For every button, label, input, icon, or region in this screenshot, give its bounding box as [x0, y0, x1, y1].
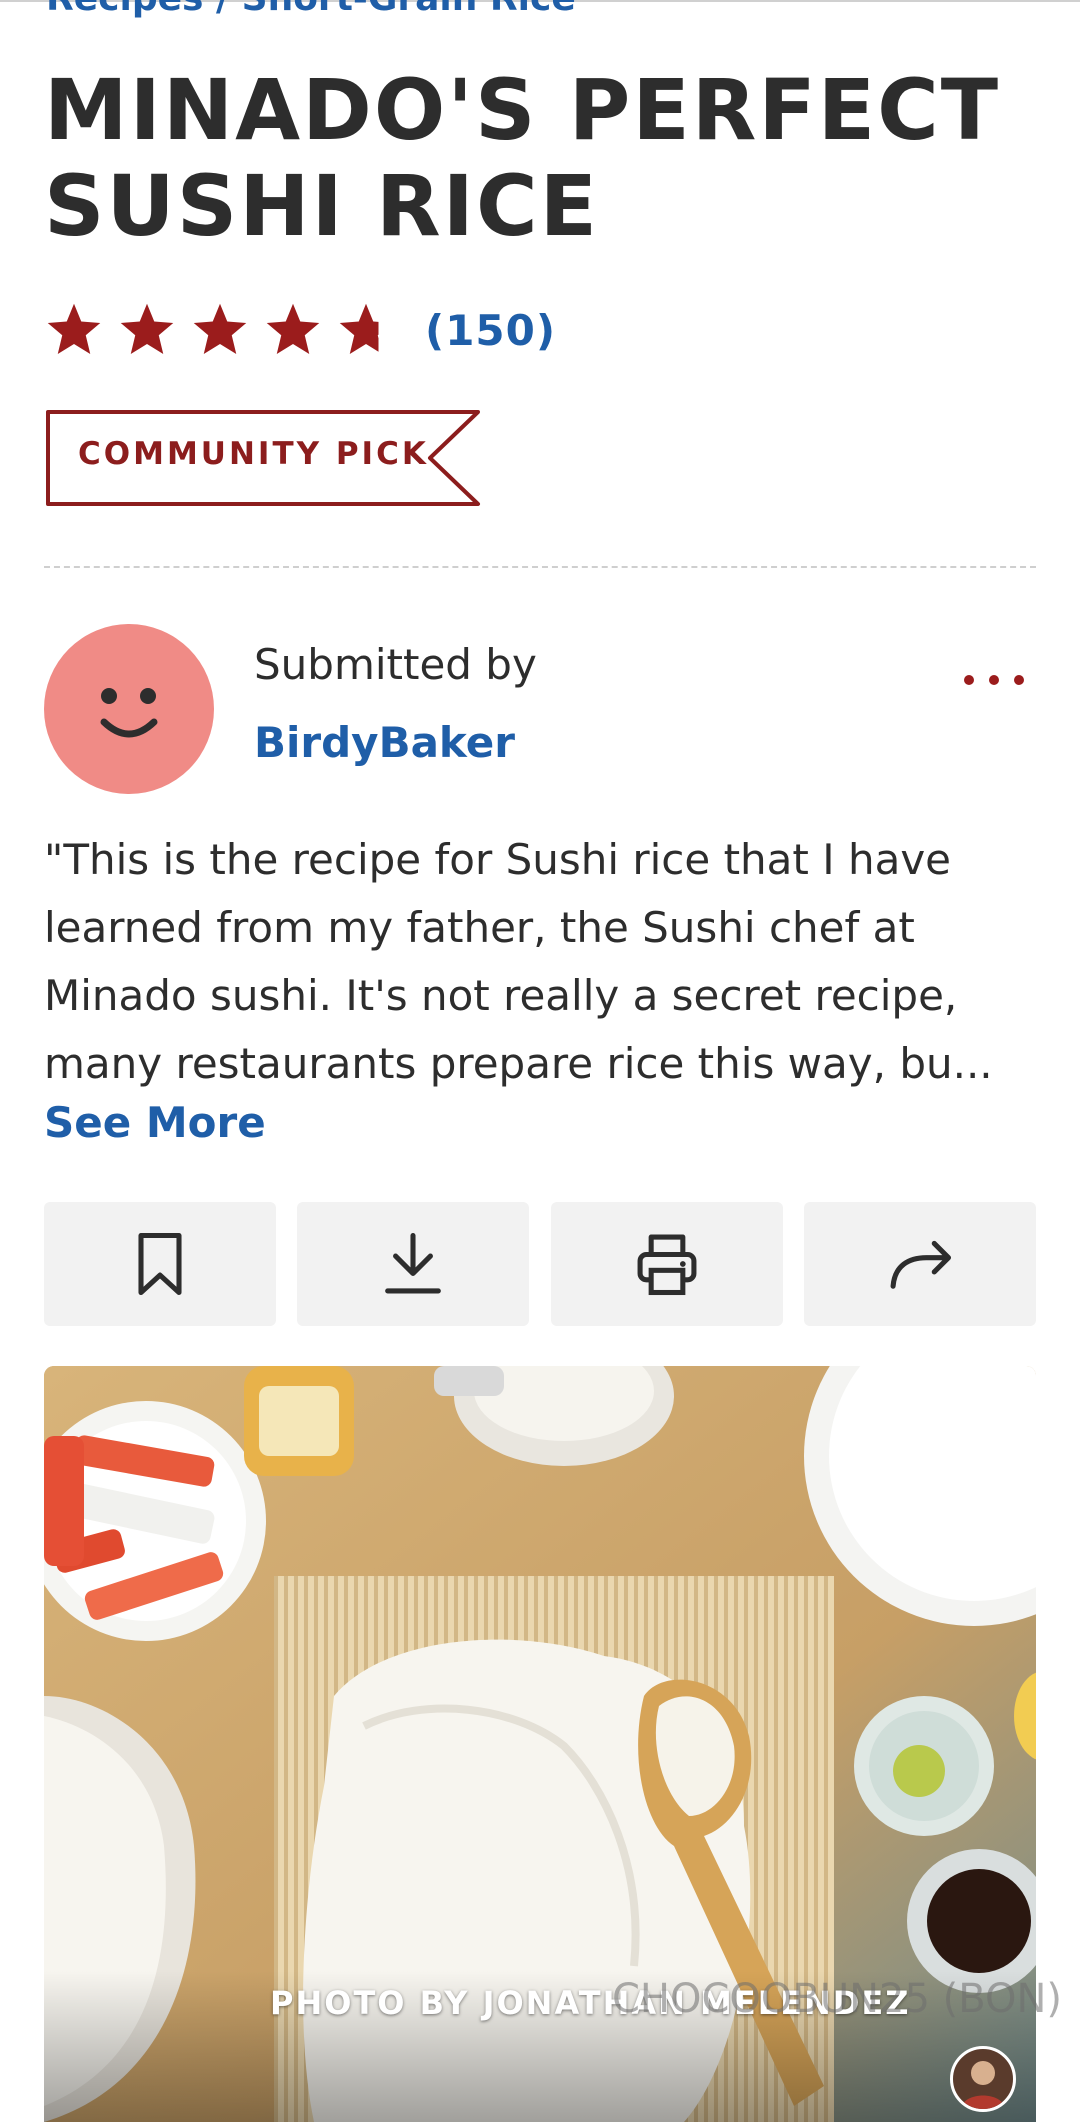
download-button[interactable]: [297, 1202, 530, 1326]
breadcrumb[interactable]: Recipes / Short-Grain Rice: [46, 0, 576, 19]
uploader-avatar[interactable]: [950, 2046, 1016, 2112]
share-icon: [890, 1240, 952, 1289]
star-icon: [263, 300, 323, 360]
star-icon: [190, 300, 250, 360]
community-pick-badge: COMMUNITY PICK: [44, 406, 484, 510]
section-divider: [44, 566, 1036, 568]
submitted-by-label: Submitted by: [254, 640, 537, 689]
save-button[interactable]: [44, 1202, 276, 1326]
half-star-icon: [336, 300, 396, 360]
user-watermark: CHOCOOBUN25 (BON): [612, 1976, 1062, 2022]
bookmark-icon: [138, 1232, 182, 1296]
see-more-link[interactable]: See More: [44, 1098, 266, 1147]
person-icon: [961, 2061, 1005, 2109]
dot-icon: [1014, 675, 1024, 685]
star-icon: [117, 300, 177, 360]
share-button[interactable]: [803, 1202, 1036, 1326]
author-link[interactable]: BirdyBaker: [254, 718, 515, 767]
star-icon: [44, 300, 104, 360]
rating[interactable]: (150): [44, 296, 556, 364]
rating-count[interactable]: (150): [425, 306, 556, 355]
recipe-title: MINADO'S PERFECT SUSHI RICE: [44, 61, 1001, 255]
avatar[interactable]: [44, 624, 214, 794]
recipe-description: "This is the recipe for Sushi rice that …: [44, 835, 993, 1088]
download-icon: [385, 1232, 442, 1294]
print-button[interactable]: [550, 1202, 783, 1326]
dot-icon: [964, 675, 974, 685]
dot-icon: [989, 675, 999, 685]
more-options-button[interactable]: [964, 660, 1024, 700]
badge-label: COMMUNITY PICK: [78, 436, 429, 472]
print-icon: [637, 1234, 697, 1296]
smiley-face-icon: [100, 688, 158, 738]
action-bar: [44, 1202, 1036, 1326]
star-rating: [44, 300, 409, 360]
